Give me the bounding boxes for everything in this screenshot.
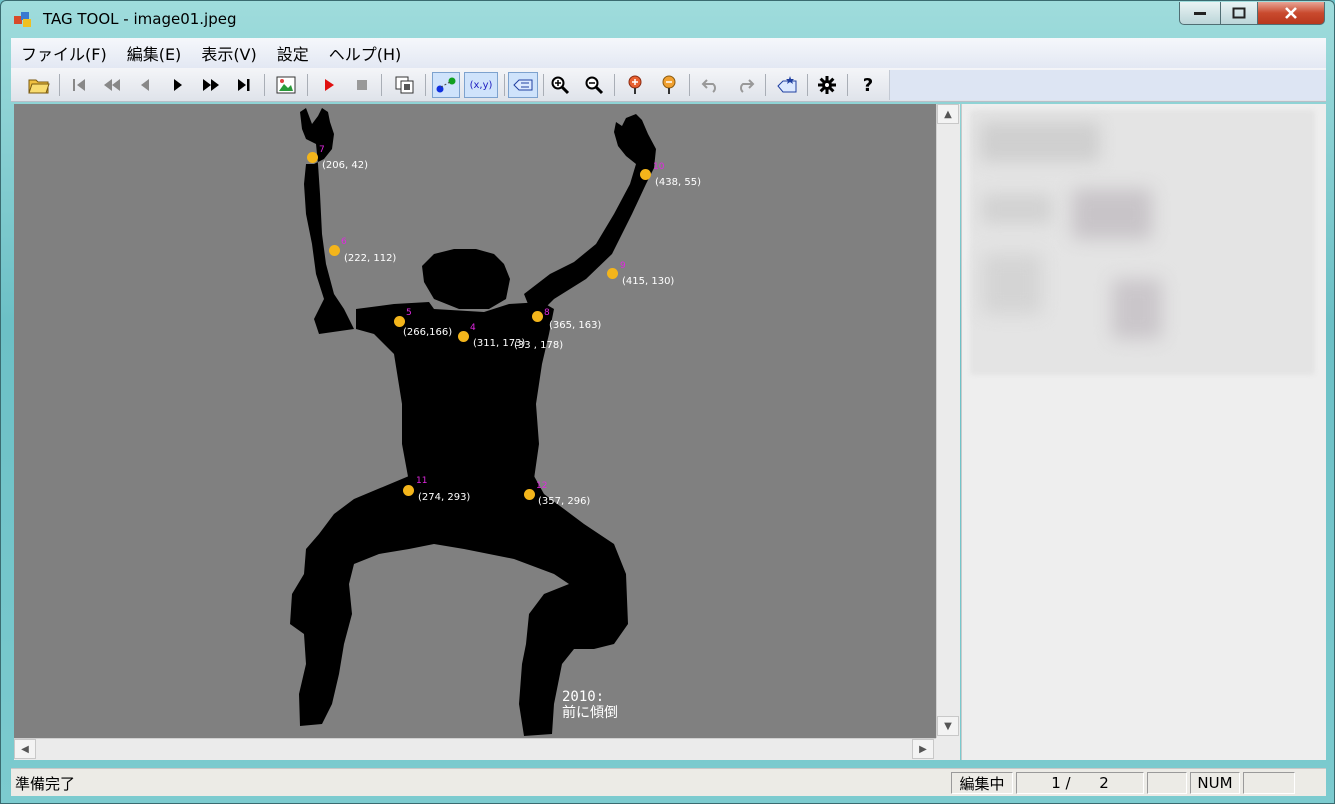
caption-line-1: 2010:: [562, 689, 605, 705]
keypoint-coord: (438, 55): [655, 177, 701, 188]
coords-toggle-button[interactable]: (x,y): [464, 72, 498, 98]
zoom-in-icon[interactable]: [546, 72, 574, 98]
keypoint-index: 8: [544, 308, 550, 318]
title-bar[interactable]: TAG TOOL - image01.jpeg: [1, 1, 1334, 37]
menu-settings[interactable]: 設定: [267, 41, 319, 65]
keypoint-coord: (266,166): [403, 327, 453, 338]
menu-view[interactable]: 表示(V): [191, 41, 266, 65]
skip-first-icon[interactable]: [65, 72, 93, 98]
blurred-region: [982, 254, 1042, 314]
keypoint-coord: (357, 296): [538, 496, 591, 507]
scroll-left-icon[interactable]: ◀: [14, 739, 36, 759]
fast-forward-icon[interactable]: [197, 72, 225, 98]
image-canvas[interactable]: 7 (206, 42) 6 (222, 112) 5 (266,166) 4 (…: [14, 104, 936, 738]
status-message: 準備完了: [15, 775, 76, 793]
status-page: 1 / 2: [1016, 772, 1144, 794]
keypoint-index: 10: [653, 162, 665, 172]
horizontal-scrollbar[interactable]: ◀ ▶: [14, 738, 936, 760]
keypoint-coord: (415, 130): [622, 276, 675, 287]
stop-icon[interactable]: [348, 72, 376, 98]
keypoint-marker[interactable]: [532, 311, 543, 322]
scroll-corner: [936, 738, 960, 760]
close-icon: [1285, 7, 1297, 19]
toolbar: (x,y) ?: [11, 68, 1326, 102]
rewind-icon[interactable]: [98, 72, 126, 98]
app-icon: [14, 12, 31, 27]
keypoint-marker[interactable]: [394, 316, 405, 327]
marker-remove-icon[interactable]: [655, 72, 683, 98]
tag-icon[interactable]: [508, 72, 538, 98]
menu-bar: ファイル(F) 編集(E) 表示(V) 設定 ヘルプ(H): [11, 38, 1326, 68]
status-mode: 編集中: [951, 772, 1013, 794]
step-back-icon[interactable]: [131, 72, 159, 98]
keypoint-index: 5: [406, 308, 412, 318]
status-empty: [1147, 772, 1187, 794]
blurred-region: [982, 194, 1052, 224]
keypoint-marker[interactable]: [458, 331, 469, 342]
folder-open-icon[interactable]: [25, 72, 53, 98]
label-add-icon[interactable]: [773, 72, 801, 98]
scroll-down-icon[interactable]: ▼: [937, 716, 959, 736]
scroll-right-icon[interactable]: ▶: [912, 739, 934, 759]
keypoint-index: 11: [416, 476, 428, 486]
keypoint-index: 6: [341, 237, 347, 247]
keypoint-coord: (206, 42): [322, 160, 368, 171]
keypoint-index: 7: [319, 145, 325, 155]
image-caption: 2010: 前に傾倒: [562, 689, 618, 721]
side-panel-blurred: [961, 104, 1326, 760]
keypoint-coord-overlap: (33 , 178): [514, 340, 564, 351]
status-empty: [1243, 772, 1295, 794]
vertical-scrollbar[interactable]: ▲ ▼: [936, 104, 960, 738]
help-icon[interactable]: ?: [854, 72, 882, 98]
menu-edit[interactable]: 編集(E): [117, 41, 192, 65]
status-bar: 準備完了 編集中 1 / 2 NUM: [11, 768, 1326, 796]
keypoint-marker[interactable]: [307, 152, 318, 163]
marker-add-icon[interactable]: [621, 72, 649, 98]
keypoint-marker[interactable]: [607, 268, 618, 279]
keypoint-marker[interactable]: [329, 245, 340, 256]
keypoint-marker[interactable]: [640, 169, 651, 180]
blurred-region: [1112, 279, 1162, 339]
image-icon[interactable]: [272, 72, 300, 98]
keypoint-index: 12: [536, 481, 548, 491]
status-num: NUM: [1190, 772, 1240, 794]
record-icon[interactable]: [315, 72, 343, 98]
play-icon[interactable]: [164, 72, 192, 98]
frames-icon[interactable]: [391, 72, 419, 98]
gear-icon[interactable]: [813, 72, 841, 98]
points-icon[interactable]: [432, 72, 460, 98]
keypoint-marker[interactable]: [403, 485, 414, 496]
undo-icon[interactable]: [697, 72, 725, 98]
keypoint-index: 4: [470, 323, 476, 333]
keypoint-marker[interactable]: [524, 489, 535, 500]
minimize-icon: [1194, 12, 1206, 15]
maximize-button[interactable]: [1220, 2, 1258, 25]
blurred-region: [1072, 189, 1152, 239]
silhouette-image: [290, 108, 656, 736]
scroll-up-icon[interactable]: ▲: [937, 104, 959, 124]
window-title: TAG TOOL - image01.jpeg: [43, 10, 237, 28]
keypoint-index: 9: [620, 261, 626, 271]
menu-help[interactable]: ヘルプ(H): [319, 41, 412, 65]
keypoint-coord: (365, 163): [549, 320, 602, 331]
keypoint-coord: (274, 293): [418, 492, 471, 503]
redo-icon[interactable]: [731, 72, 759, 98]
blurred-region: [980, 122, 1100, 162]
minimize-button[interactable]: [1179, 2, 1221, 25]
caption-line-2: 前に傾倒: [562, 705, 618, 721]
toolbar-extension: [889, 70, 1326, 100]
menu-file[interactable]: ファイル(F): [11, 41, 117, 65]
zoom-out-icon[interactable]: [580, 72, 608, 98]
keypoint-coord: (222, 112): [344, 253, 397, 264]
maximize-icon: [1232, 7, 1246, 19]
skip-last-icon[interactable]: [230, 72, 258, 98]
close-button[interactable]: [1257, 2, 1325, 25]
app-window: TAG TOOL - image01.jpeg ファイル(F) 編集(E) 表示…: [0, 0, 1335, 804]
